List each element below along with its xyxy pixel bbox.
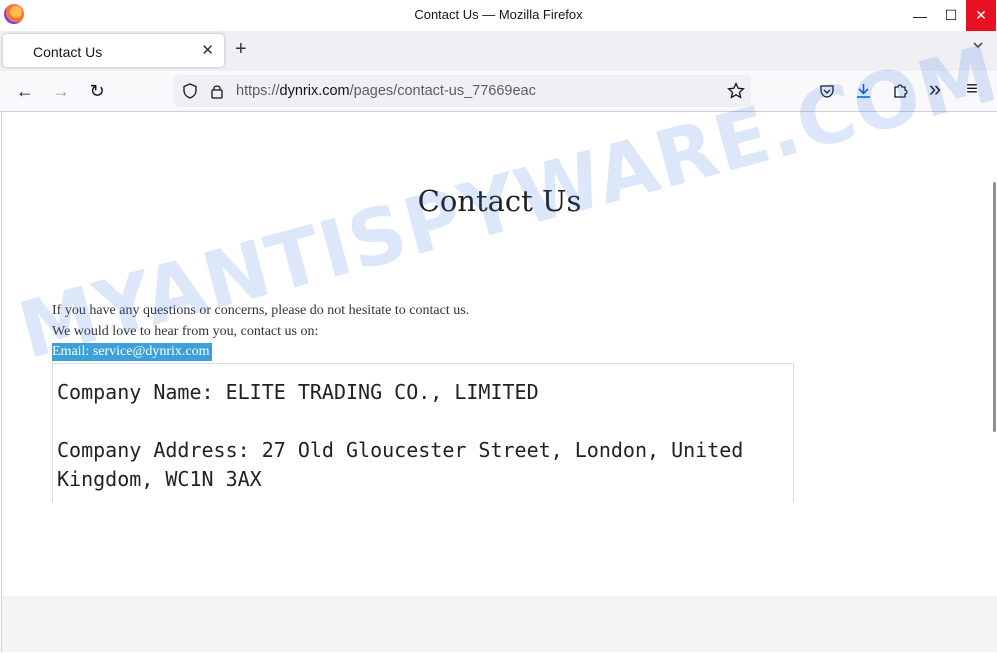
intro-line-2: We would love to hear from you, contact … [52,324,319,339]
tab-strip: Contact Us ✕ + [0,31,997,71]
intro-text: If you have any questions or concerns, p… [52,300,469,342]
url-text[interactable]: https://dynrix.com/pages/contact-us_7766… [236,83,536,99]
bookmark-star-icon[interactable] [727,82,745,100]
company-info-box: Company Name: ELITE TRADING CO., LIMITED… [52,363,794,502]
app-menu-button[interactable]: ≡ [960,77,984,101]
tab-list-chevron-down-icon[interactable] [973,40,983,50]
maximize-button[interactable]: ☐ [937,0,965,31]
navigation-toolbar: ← → ↻ https://dynrix.com/pages/contact-u… [0,71,997,112]
tab-close-icon[interactable]: ✕ [201,41,214,59]
extensions-puzzle-icon[interactable] [892,82,909,99]
close-window-button[interactable]: ✕ [966,0,996,31]
more-tools-button[interactable]: » [923,76,947,101]
forward-button[interactable]: → [49,79,73,103]
scrollbar-thumb[interactable] [993,182,996,432]
download-icon[interactable] [855,82,872,100]
reload-button[interactable]: ↻ [85,79,109,103]
lock-icon[interactable] [210,83,224,99]
email-text: Email: service@dynrix.com [52,343,212,361]
page-content: Contact Us If you have any questions or … [1,112,997,652]
page-title: Contact Us [417,184,582,218]
company-address-line-1: Company Address: 27 Old Gloucester Stree… [57,438,744,462]
new-tab-button[interactable]: + [235,38,247,61]
company-name: Company Name: ELITE TRADING CO., LIMITED [57,380,539,404]
tab-label: Contact Us [33,44,103,60]
intro-line-1: If you have any questions or concerns, p… [52,303,470,318]
tab-contact-us[interactable]: Contact Us ✕ [3,34,224,67]
window-titlebar: Contact Us — Mozilla Firefox — ☐ ✕ [0,0,997,31]
url-bar[interactable]: https://dynrix.com/pages/contact-us_7766… [174,75,751,107]
shield-icon[interactable] [182,83,198,99]
page-footer [2,596,997,652]
minimize-button[interactable]: — [906,0,934,31]
pocket-icon[interactable] [819,83,835,99]
window-title: Contact Us — Mozilla Firefox [414,7,583,22]
back-button[interactable]: ← [13,79,37,103]
company-address-line-2: Kingdom, WC1N 3AX [57,467,262,491]
